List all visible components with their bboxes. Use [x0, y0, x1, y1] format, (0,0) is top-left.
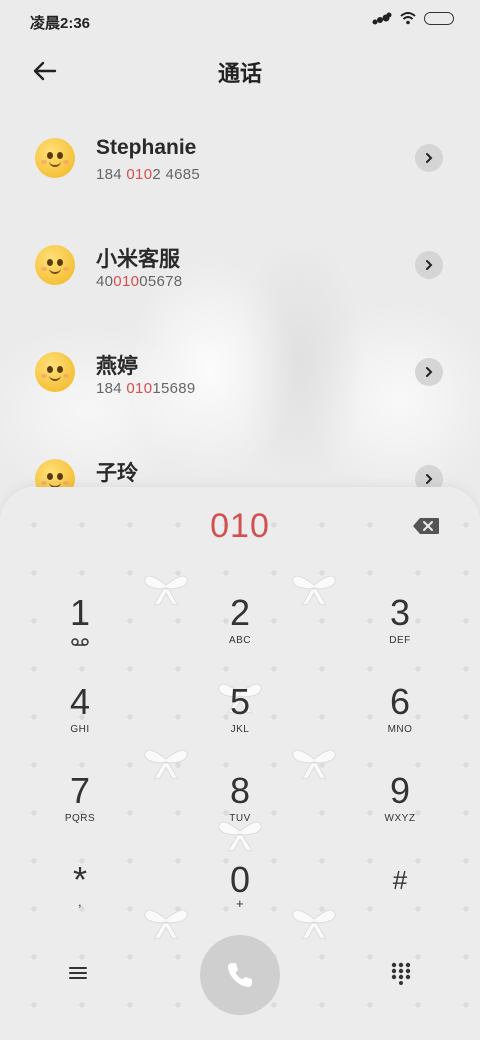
avatar — [35, 352, 75, 392]
bow-decoration — [144, 575, 188, 606]
bow-decoration — [292, 749, 336, 780]
chevron-right-icon — [426, 153, 433, 163]
dialpad-panel: 010 1 2 ABC 3 DEF 4 GHI 5 JKL 6 MNO 7 PQ… — [0, 487, 480, 1040]
contact-name: 小米客服 — [96, 248, 180, 271]
key-9[interactable]: 9 WXYZ — [345, 771, 455, 851]
key-0[interactable]: 0 + — [185, 860, 295, 940]
chevron-right-icon — [426, 260, 433, 270]
voicemail-icon — [71, 638, 89, 646]
contact-row[interactable]: 小米客服 4001005678 — [0, 227, 480, 334]
key-hash[interactable]: # — [345, 860, 455, 940]
header: 通话 — [0, 50, 480, 90]
key-star[interactable]: * , — [25, 860, 135, 940]
contact-number: 184 0102 4685 — [96, 166, 201, 183]
chevron-right-icon — [426, 474, 433, 484]
key-8[interactable]: 8 TUV — [185, 771, 295, 851]
avatar — [35, 138, 75, 178]
phone-icon — [228, 963, 252, 987]
dialer-bottom-bar — [0, 933, 480, 1023]
dialed-number: 010 — [210, 507, 270, 545]
contact-name: Stephanie — [96, 136, 197, 159]
contact-number: 184 01015689 — [96, 380, 196, 397]
bow-decoration — [292, 575, 336, 606]
key-1[interactable]: 1 — [25, 593, 135, 673]
contact-detail-button[interactable] — [415, 358, 443, 386]
bow-decoration — [144, 749, 188, 780]
contact-detail-button[interactable] — [415, 251, 443, 279]
call-button[interactable] — [200, 935, 280, 1015]
avatar — [35, 245, 75, 285]
page-title: 通话 — [217, 61, 262, 86]
backspace-button[interactable] — [412, 517, 440, 535]
key-5[interactable]: 5 JKL — [185, 682, 295, 762]
status-time: 凌晨2:36 — [30, 15, 91, 32]
contact-list: Stephanie 184 0102 4685 小米客服 4001005678 … — [0, 120, 480, 548]
key-4[interactable]: 4 GHI — [25, 682, 135, 762]
battery-icon — [424, 12, 454, 25]
menu-icon[interactable] — [64, 961, 92, 985]
key-6[interactable]: 6 MNO — [345, 682, 455, 762]
key-3[interactable]: 3 DEF — [345, 593, 455, 673]
key-7[interactable]: 7 PQRS — [25, 771, 135, 851]
key-2[interactable]: 2 ABC — [185, 593, 295, 673]
contact-row[interactable]: 燕婷 184 01015689 — [0, 334, 480, 441]
contact-detail-button[interactable] — [415, 144, 443, 172]
signal-icon — [372, 12, 392, 25]
status-bar: 凌晨2:36 — [0, 0, 480, 42]
contact-number: 4001005678 — [96, 273, 183, 290]
contact-name: 子玲 — [96, 462, 138, 485]
keypad-icon[interactable] — [390, 961, 412, 985]
contact-row[interactable]: Stephanie 184 0102 4685 — [0, 120, 480, 227]
wifi-icon — [400, 12, 416, 25]
contact-name: 燕婷 — [96, 355, 138, 378]
chevron-right-icon — [426, 367, 433, 377]
status-icons — [372, 12, 454, 25]
